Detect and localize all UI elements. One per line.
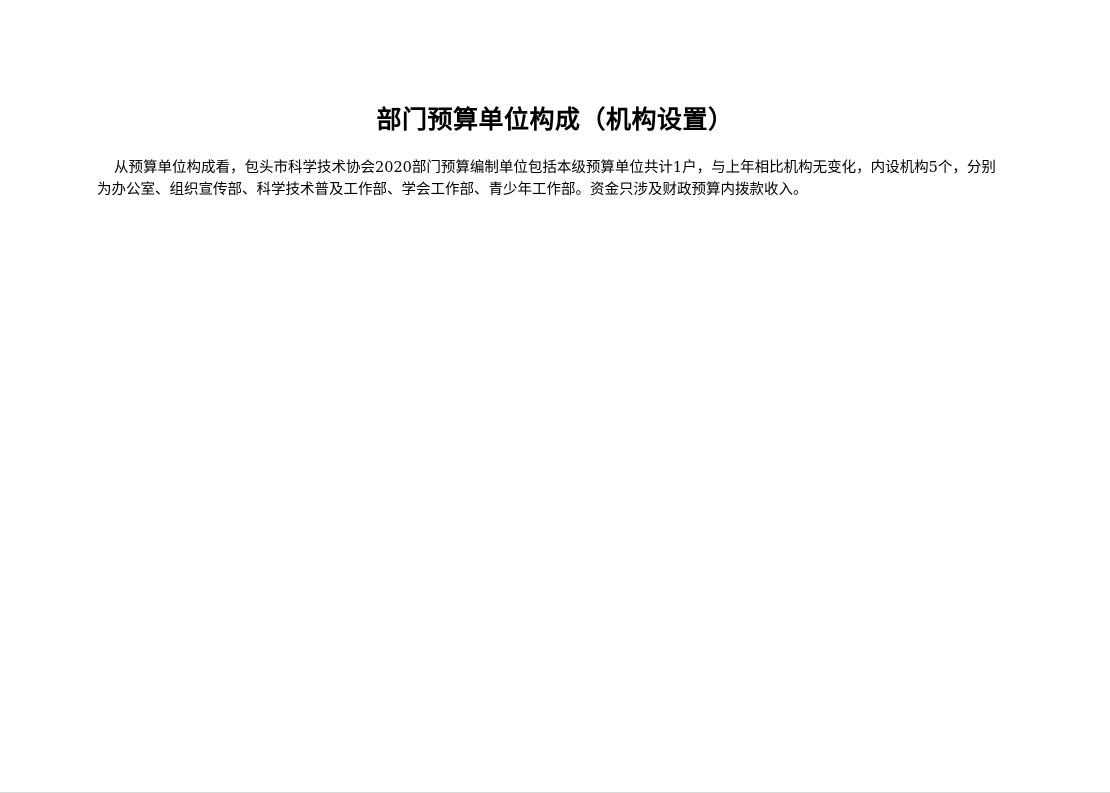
document-page: 部门预算单位构成（机构设置） 从预算单位构成看，包头市科学技术协会2020部门预… <box>0 0 1110 793</box>
body-paragraph: 从预算单位构成看，包头市科学技术协会2020部门预算编制单位包括本级预算单位共计… <box>97 160 996 198</box>
page-title: 部门预算单位构成（机构设置） <box>376 104 734 134</box>
